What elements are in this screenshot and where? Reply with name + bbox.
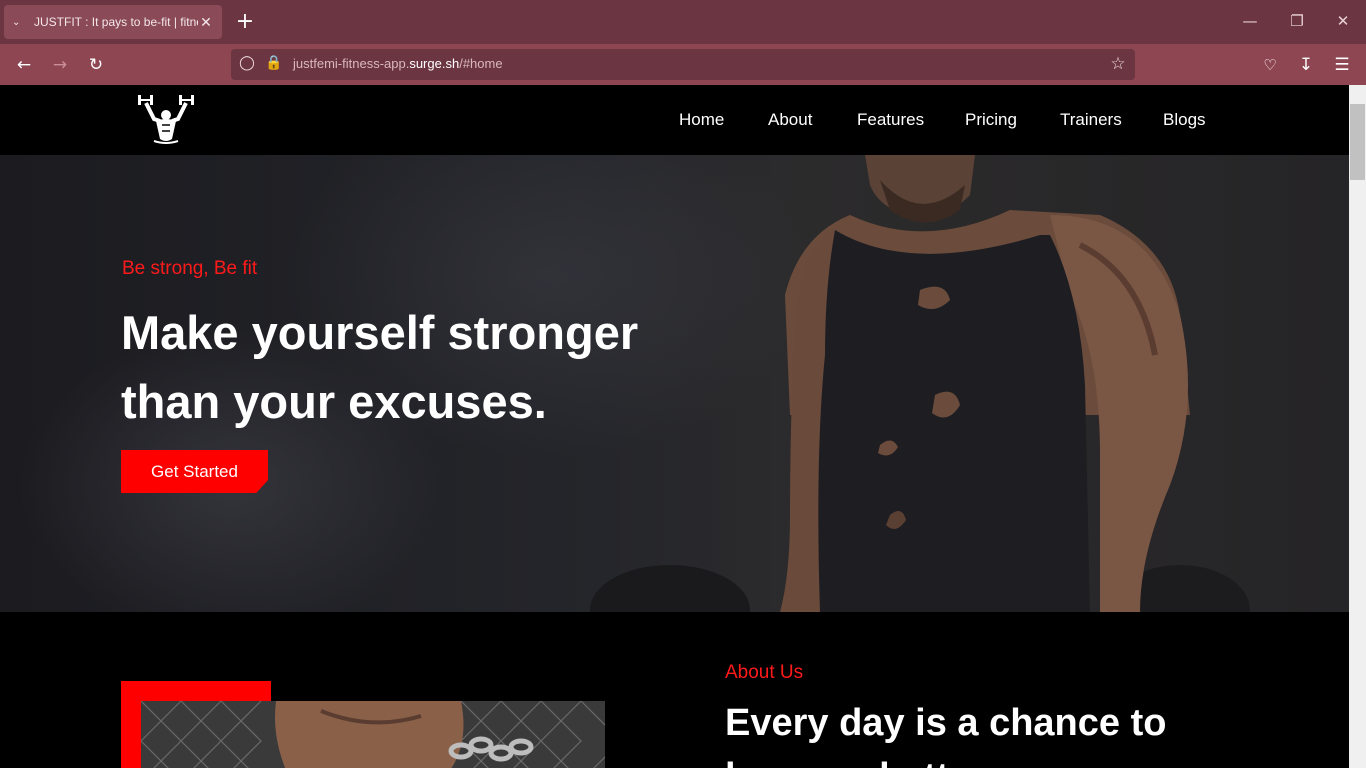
about-title: Every day is a chance to become better. (725, 702, 1167, 768)
hero-title: Make yourself stronger than your excuses… (121, 306, 639, 428)
tab-title: JUSTFIT : It pays to be-fit | fitness (34, 15, 198, 29)
window-close-icon[interactable]: ✕ (1333, 12, 1353, 30)
restore-icon[interactable]: ❐ (1287, 12, 1307, 30)
browser-tab[interactable]: ⌄ JUSTFIT : It pays to be-fit | fitness … (4, 5, 222, 39)
site-header: Home About Features Pricing Trainers Blo… (0, 85, 1349, 155)
browser-tab-bar: ⌄ JUSTFIT : It pays to be-fit | fitness … (0, 0, 1366, 44)
address-bar[interactable]: ◯ 🔒 justfemi-fitness-app.surge.sh/#home … (231, 49, 1135, 80)
about-eyebrow: About Us (725, 662, 804, 683)
bookmark-star-icon[interactable]: ☆ (1109, 54, 1127, 74)
hero-eyebrow: Be strong, Be fit (122, 258, 258, 279)
hero-section: Be strong, Be fit Make yourself stronger… (0, 155, 1349, 612)
pocket-icon[interactable]: ♡ (1258, 53, 1282, 77)
nav-trainers[interactable]: Trainers (1060, 110, 1122, 130)
scrollbar-thumb[interactable] (1350, 104, 1365, 180)
shield-icon[interactable]: ◯ (238, 55, 256, 71)
reload-icon[interactable]: ↻ (84, 53, 108, 77)
nav-blogs[interactable]: Blogs (1163, 110, 1206, 130)
new-tab-button[interactable]: + (234, 10, 256, 34)
page-scrollbar[interactable] (1349, 85, 1366, 768)
nav-home[interactable]: Home (679, 110, 724, 130)
tab-close-icon[interactable]: ✕ (198, 14, 214, 31)
about-section: About Us Every day is a chance to become… (0, 612, 1349, 768)
get-started-button[interactable]: Get Started (121, 450, 268, 493)
gym-logo[interactable] (134, 91, 198, 147)
lock-icon[interactable]: 🔒 (265, 55, 283, 71)
nav-features[interactable]: Features (857, 110, 924, 130)
web-page: Home About Features Pricing Trainers Blo… (0, 85, 1349, 768)
nav-about[interactable]: About (768, 110, 812, 130)
menu-icon[interactable]: ☰ (1330, 53, 1354, 77)
nav-pricing[interactable]: Pricing (965, 110, 1017, 130)
about-athlete-image (141, 701, 605, 768)
url-text[interactable]: justfemi-fitness-app.surge.sh/#home (293, 56, 503, 71)
download-icon[interactable]: ↧ (1294, 53, 1318, 77)
tab-list-icon[interactable]: ⌄ (12, 17, 28, 28)
back-icon[interactable]: ← (12, 53, 36, 77)
forward-icon[interactable]: → (48, 53, 72, 77)
minimize-icon[interactable]: — (1240, 12, 1260, 30)
